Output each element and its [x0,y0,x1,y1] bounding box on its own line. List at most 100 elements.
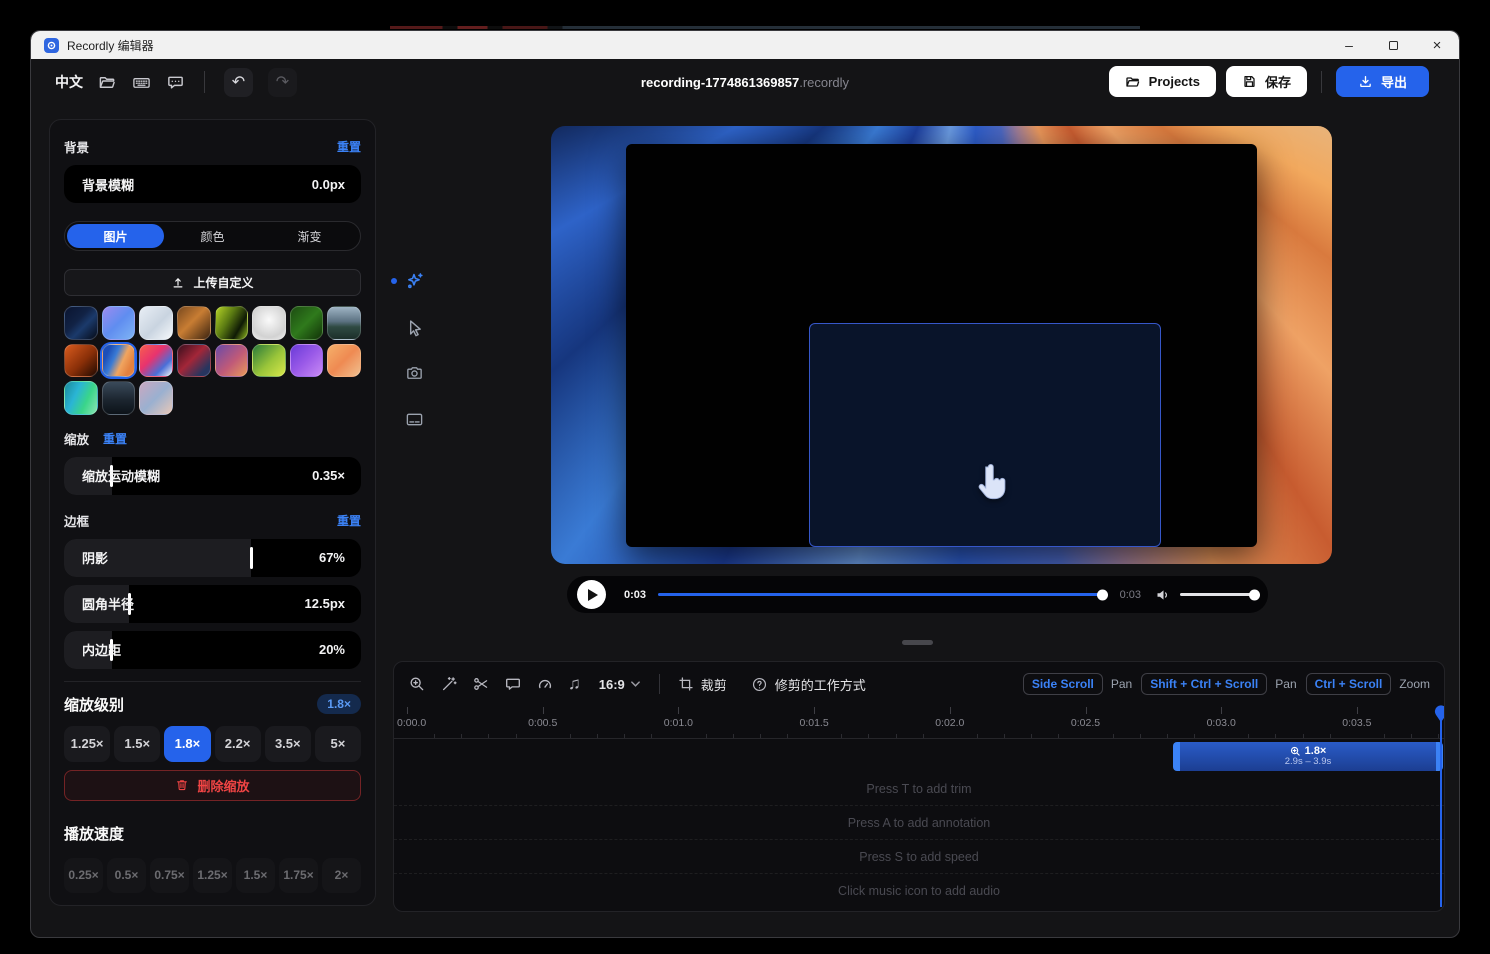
slider-handle[interactable] [250,547,253,569]
scissors-icon[interactable] [472,675,490,693]
open-folder-icon[interactable] [98,73,117,92]
background-thumb-9[interactable] [64,344,98,378]
zoom-option-1.8×[interactable]: 1.8× [164,726,210,762]
zoom-selection-region[interactable] [809,323,1161,547]
timeline-zoom-region[interactable]: 1.8× 2.9s – 3.9s [1173,742,1443,771]
projects-button[interactable]: Projects [1109,66,1216,97]
ruler-minor-tick [1031,734,1032,738]
background-thumb-12[interactable] [177,344,211,378]
background-thumb-3[interactable] [139,306,173,340]
annotation-icon[interactable] [504,675,522,693]
frame-reset-link[interactable]: 重置 [337,512,361,529]
background-thumb-2[interactable] [102,306,136,340]
progress-knob[interactable] [1097,589,1108,600]
background-thumb-11[interactable] [139,344,173,378]
background-thumb-13[interactable] [215,344,249,378]
caption-tool-button[interactable] [397,409,431,429]
redo-button[interactable]: ↷ [268,68,297,97]
ruler-major-tick [678,707,679,714]
speed-option-1.5×[interactable]: 1.5× [236,858,275,893]
background-tab-3[interactable]: 渐变 [261,224,358,248]
camera-tool-button[interactable] [397,363,431,383]
background-thumb-17[interactable] [64,381,98,415]
background-thumb-1[interactable] [64,306,98,340]
panel-resize-handle[interactable] [902,640,933,645]
background-thumb-6[interactable] [252,306,286,340]
ruler-minor-tick [1140,734,1141,738]
volume-knob[interactable] [1249,589,1260,600]
timeline-hint-1[interactable]: Press T to add trim [394,772,1444,806]
undo-button[interactable]: ↶ [224,68,253,97]
shortcut-1: Side ScrollPan [1023,673,1132,695]
zoom-option-1.5×[interactable]: 1.5× [114,726,160,762]
language-button[interactable]: 中文 [55,72,83,92]
zoom-motion-blur-slider[interactable]: 缩放运动模糊0.35× [64,457,361,495]
aspect-ratio-dropdown[interactable]: 16:9 [599,677,641,692]
crop-button[interactable]: 裁剪 [678,675,727,694]
background-thumb-10[interactable] [102,344,136,378]
save-button[interactable]: 保存 [1226,66,1307,97]
ruler-minor-tick [977,734,978,738]
zoom-level-options: 1.25×1.5×1.8×2.2×3.5×5× [64,726,361,762]
playhead-line[interactable] [1440,707,1442,907]
trim-help-button[interactable]: 修剪的工作方式 [751,675,866,694]
timeline-hint-4[interactable]: Click music icon to add audio [394,874,1444,908]
cursor-tool-button[interactable] [397,317,431,337]
ruler-minor-tick [1004,734,1005,738]
zoom-option-3.5×[interactable]: 3.5× [265,726,311,762]
minimize-button[interactable]: – [1327,31,1371,59]
timeline-hint-2[interactable]: Press A to add annotation [394,806,1444,840]
background-tab-1[interactable]: 图片 [67,224,164,248]
frame-section-title: 边框 [64,511,89,530]
background-thumb-8[interactable] [327,306,361,340]
speed-option-0.25×[interactable]: 0.25× [64,858,103,893]
volume-icon[interactable] [1155,587,1171,603]
background-thumb-14[interactable] [252,344,286,378]
zoom-option-1.25×[interactable]: 1.25× [64,726,110,762]
player-bar: 0:03 0:03 [567,576,1268,613]
upload-custom-button[interactable]: 上传自定义 [64,269,361,296]
delete-zoom-button[interactable]: 删除缩放 [64,770,361,801]
timeline-hint-3[interactable]: Press S to add speed [394,840,1444,874]
close-button[interactable]: × [1415,31,1459,59]
background-thumb-5[interactable] [215,306,249,340]
background-thumb-15[interactable] [290,344,324,378]
effects-tool-button[interactable] [397,271,431,291]
feedback-chat-icon[interactable] [166,73,185,92]
background-thumb-4[interactable] [177,306,211,340]
export-button[interactable]: 导出 [1336,66,1429,97]
corner-radius-slider[interactable]: 圆角半径12.5px [64,585,361,623]
zoom-reset-link[interactable]: 重置 [103,430,127,447]
speed-option-0.75×[interactable]: 0.75× [150,858,189,893]
padding-slider[interactable]: 内边距20% [64,631,361,669]
ruler-major-tick [543,707,544,714]
background-tab-2[interactable]: 颜色 [164,224,261,248]
zoom-option-2.2×[interactable]: 2.2× [215,726,261,762]
zoom-in-icon[interactable] [408,675,426,693]
shadow-slider[interactable]: 阴影67% [64,539,361,577]
volume-slider[interactable] [1180,593,1258,596]
keyboard-icon[interactable] [132,73,151,92]
background-thumb-7[interactable] [290,306,324,340]
maximize-button[interactable] [1371,31,1415,59]
speed-option-1.25×[interactable]: 1.25× [193,858,232,893]
cursor-icon [405,318,424,337]
background-thumb-19[interactable] [139,381,173,415]
speed-option-2×[interactable]: 2× [322,858,361,893]
maximize-icon [1389,41,1398,50]
background-reset-link[interactable]: 重置 [337,138,361,155]
playhead-handle[interactable] [1434,705,1445,723]
background-blur-slider[interactable]: 背景模糊0.0px [64,165,361,203]
play-button[interactable] [577,580,606,609]
speed-option-0.5×[interactable]: 0.5× [107,858,146,893]
zoom-option-5×[interactable]: 5× [315,726,361,762]
music-icon[interactable]: ♫ [568,674,581,694]
background-thumb-18[interactable] [102,381,136,415]
speed-gauge-icon[interactable] [536,675,554,693]
background-thumb-16[interactable] [327,344,361,378]
progress-slider[interactable] [658,593,1106,596]
timeline-ruler[interactable]: 0:00.00:00.50:01.00:01.50:02.00:02.50:03… [394,707,1444,739]
magic-wand-icon[interactable] [440,675,458,693]
speed-option-1.75×[interactable]: 1.75× [279,858,318,893]
ruler-minor-tick [706,734,707,738]
